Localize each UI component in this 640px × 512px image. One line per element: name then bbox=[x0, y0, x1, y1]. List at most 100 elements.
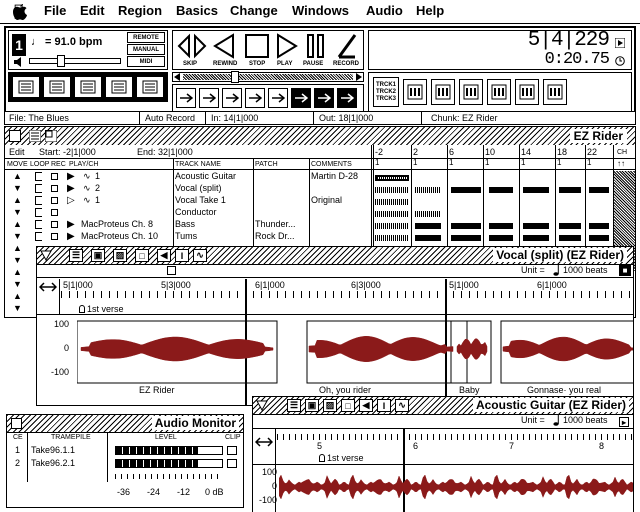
loop-icon[interactable] bbox=[35, 232, 42, 241]
tempo-slider-thumb[interactable] bbox=[57, 55, 65, 67]
scrub-bar[interactable] bbox=[172, 71, 364, 83]
track-segment[interactable] bbox=[559, 187, 581, 193]
move-arrow-icon[interactable]: ▼ bbox=[13, 231, 22, 241]
rec-toggle[interactable] bbox=[51, 197, 58, 204]
track-channel[interactable]: MacProteus Ch. 10 bbox=[81, 231, 158, 242]
collapse-triangle-icon[interactable] bbox=[40, 250, 52, 261]
monitor-file[interactable]: Take96.2.1 bbox=[31, 458, 75, 469]
in-point[interactable]: In: 14|1|000 bbox=[211, 113, 258, 124]
skip-icon[interactable] bbox=[177, 33, 207, 59]
wave-icon[interactable]: ∿ bbox=[395, 399, 409, 412]
track-segment[interactable] bbox=[415, 223, 441, 229]
counter-menu-icon[interactable] bbox=[615, 38, 625, 48]
track-name[interactable]: Bass bbox=[175, 219, 195, 230]
out-point[interactable]: Out: 18|1|000 bbox=[319, 113, 373, 124]
markers-window-icon[interactable] bbox=[515, 79, 539, 105]
menu-region[interactable]: Region bbox=[118, 3, 162, 19]
track-segment[interactable] bbox=[415, 187, 441, 193]
wave-icon[interactable]: ∿ bbox=[193, 249, 207, 262]
hand-tool-icon[interactable] bbox=[136, 76, 164, 98]
loop-icon[interactable] bbox=[35, 208, 42, 217]
unit-menu-button[interactable]: ■ bbox=[619, 265, 631, 276]
loop-icon[interactable] bbox=[35, 172, 42, 181]
track-patch[interactable]: Rock Dr... bbox=[255, 231, 295, 242]
edit-icon[interactable]: ▨ bbox=[323, 399, 337, 412]
track-segment[interactable] bbox=[589, 187, 609, 193]
scrub-right-arrow-icon[interactable] bbox=[354, 73, 363, 81]
unit-value[interactable]: 1000 beats bbox=[563, 265, 608, 276]
track-segment[interactable] bbox=[489, 223, 513, 229]
list-view-icon[interactable]: ☰ bbox=[69, 249, 83, 262]
loop-icon[interactable] bbox=[268, 88, 288, 108]
track-name[interactable]: Conductor bbox=[175, 207, 217, 218]
tracks-window-button[interactable]: TRCK1 TRCK2 TRCK3 bbox=[373, 77, 399, 107]
cursor-icon[interactable]: I bbox=[175, 249, 189, 262]
window-menu-icon[interactable] bbox=[29, 130, 41, 142]
stop-icon[interactable] bbox=[245, 34, 269, 58]
track-segment[interactable] bbox=[375, 187, 409, 193]
track-name[interactable]: Acoustic Guitar bbox=[175, 171, 236, 182]
scrub-thumb[interactable] bbox=[231, 71, 239, 83]
rec-toggle[interactable] bbox=[51, 209, 58, 216]
menu-help[interactable]: Help bbox=[416, 3, 444, 19]
loop-icon[interactable] bbox=[35, 220, 42, 229]
track-segment[interactable] bbox=[375, 223, 409, 229]
move-arrow-icon[interactable]: ▲ bbox=[13, 291, 22, 301]
monitor-file[interactable]: Take96.1.1 bbox=[31, 445, 75, 456]
close-box[interactable] bbox=[9, 130, 21, 142]
faders-window-icon[interactable] bbox=[459, 79, 483, 105]
mixer-window-icon[interactable] bbox=[403, 79, 427, 105]
clip-label[interactable]: Gonnase· you real bbox=[527, 385, 601, 396]
title-bar[interactable] bbox=[5, 127, 635, 145]
list-view-icon[interactable]: ☰ bbox=[287, 399, 301, 412]
piano-tool-icon[interactable] bbox=[43, 76, 71, 98]
notation-window-icon[interactable] bbox=[431, 79, 455, 105]
rec-toggle[interactable] bbox=[51, 233, 58, 240]
track-segment[interactable] bbox=[559, 235, 581, 241]
menu-basics[interactable]: Basics bbox=[176, 3, 218, 19]
speaker-icon[interactable]: ◀ bbox=[157, 249, 171, 262]
track-segment[interactable] bbox=[523, 187, 549, 193]
clip-indicator[interactable] bbox=[227, 459, 237, 468]
close-box[interactable] bbox=[11, 418, 22, 429]
track-segment[interactable] bbox=[489, 187, 513, 193]
start-field[interactable]: Start: -2|1|000 bbox=[39, 147, 96, 158]
track-segment[interactable] bbox=[451, 235, 481, 241]
pencil-tool-icon[interactable] bbox=[105, 76, 133, 98]
move-arrow-icon[interactable]: ▼ bbox=[13, 207, 22, 217]
scrub-left-arrow-icon[interactable] bbox=[173, 73, 182, 81]
track-channel[interactable]: 1 bbox=[95, 171, 100, 182]
track-segment[interactable] bbox=[523, 235, 549, 241]
guitar-waveform[interactable] bbox=[279, 465, 633, 512]
edit-menu[interactable]: Edit bbox=[9, 147, 25, 158]
scissors-tool-icon[interactable] bbox=[74, 76, 102, 98]
page-icon[interactable]: □ bbox=[341, 399, 355, 412]
controllers-window-icon[interactable] bbox=[487, 79, 511, 105]
move-arrow-icon[interactable]: ▲ bbox=[13, 243, 22, 253]
play-arrow-icon[interactable]: ▷ bbox=[67, 195, 75, 206]
transpose-icon[interactable] bbox=[199, 88, 219, 108]
midi-button[interactable]: MIDI bbox=[127, 56, 165, 67]
rec-toggle[interactable] bbox=[51, 221, 58, 228]
manual-button[interactable]: MANUAL bbox=[127, 44, 165, 55]
jump-start-icon[interactable] bbox=[39, 280, 57, 294]
velocity-icon[interactable] bbox=[222, 88, 242, 108]
track-segment[interactable] bbox=[451, 223, 481, 229]
tempo-slider[interactable] bbox=[29, 58, 121, 64]
track-name[interactable]: Vocal (split) bbox=[175, 183, 222, 194]
select-icon[interactable] bbox=[337, 88, 357, 108]
menu-windows[interactable]: Windows bbox=[292, 3, 349, 19]
track-segment[interactable] bbox=[375, 211, 409, 217]
record-icon[interactable] bbox=[335, 33, 359, 59]
play-arrow-icon[interactable]: ▶ bbox=[67, 183, 75, 194]
clip-label[interactable]: Baby bbox=[459, 385, 480, 396]
move-arrow-icon[interactable]: ▼ bbox=[13, 279, 22, 289]
ecc-icon[interactable] bbox=[291, 88, 311, 108]
track-segment[interactable] bbox=[375, 175, 409, 181]
collapse-triangle-icon[interactable] bbox=[256, 400, 268, 411]
pause-icon[interactable] bbox=[305, 33, 327, 59]
move-arrow-icon[interactable]: ▼ bbox=[13, 255, 22, 265]
move-arrow-icon[interactable]: ▲ bbox=[13, 195, 22, 205]
play-arrow-icon[interactable]: ▶ bbox=[67, 171, 75, 182]
bars-icon[interactable] bbox=[314, 88, 334, 108]
